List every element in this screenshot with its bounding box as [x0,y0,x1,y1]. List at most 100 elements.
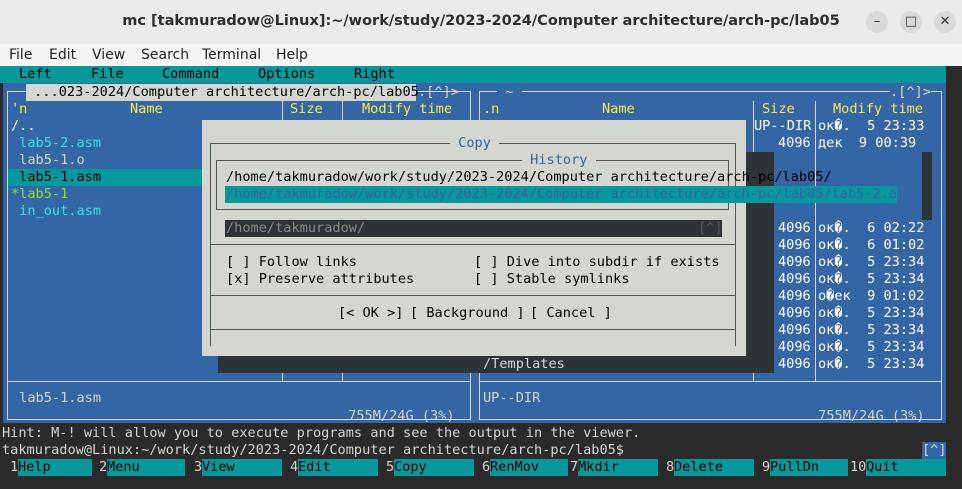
right-col-size[interactable]: Size [762,101,795,118]
fkey-number: 7 [570,459,579,475]
right-status-line: UP--DIR [483,390,541,406]
fkey-help[interactable]: Help [18,459,51,476]
left-col-name[interactable]: Name [130,101,163,118]
menu-terminal[interactable]: Terminal [202,47,261,63]
minimize-icon[interactable]: – [866,11,888,33]
window-titlebar: mc [takmuradow@Linux]:~/work/study/2023-… [0,0,962,45]
fkey-number: 1 [10,459,19,475]
left-file-row-selected[interactable]: lab5-1.asm [11,169,101,186]
right-row-date: ок�. 5 23:34 [818,271,925,287]
right-row-date: ок�. 5 23:34 [818,254,925,270]
fkey-number: 10 [850,459,867,475]
fkey-delete[interactable]: Delete [674,459,723,476]
fkey-pulldn[interactable]: PullDn [770,459,819,476]
ok-button[interactable]: [< OK >] [338,305,403,322]
window-title: mc [takmuradow@Linux]:~/work/study/2023-… [122,13,840,29]
right-col-n[interactable]: .n [483,101,499,118]
fkey-quit[interactable]: Quit [866,459,899,476]
right-col-name[interactable]: Name [602,101,635,118]
fkey-mkdir[interactable]: Mkdir [578,459,619,476]
mc-menu-command[interactable]: Command [162,66,219,83]
target-history-button[interactable]: [^] [698,220,723,237]
terminal-area: Left File Command Options Right ...023-2… [0,66,962,489]
right-row-size: 4096 [778,271,811,287]
right-panel-path-ctrl[interactable]: .[^]> [890,84,931,101]
history-item-selected[interactable]: /home/takmuradow/work/study/2023-2024/Co… [226,186,913,203]
right-row-size: 4096 [778,322,811,338]
right-disk-usage: 755M/24G (3%) [810,408,933,424]
fkey-renmov[interactable]: RenMov [490,459,539,476]
menu-search[interactable]: Search [141,47,189,63]
copy-dialog-title: Copy [450,135,500,152]
fkey-number: 3 [194,459,203,475]
mc-menu-left[interactable]: Left [19,66,52,83]
fkey-view[interactable]: View [202,459,235,476]
right-row-size: 4096 [778,237,811,253]
right-row-date: ок�. 5 23:34 [818,305,925,321]
right-row-size: 4096 [778,254,811,270]
menu-help[interactable]: Help [276,47,308,63]
cancel-button[interactable]: [ Cancel ] [530,305,612,322]
mc-menu-options[interactable]: Options [258,66,315,83]
fkey-number: 9 [762,459,771,475]
left-col-n[interactable]: 'n [11,101,27,118]
target-path-input[interactable]: /home/takmuradow/ [226,220,365,237]
left-panel-path-ctrl[interactable]: .[^]> [418,84,459,101]
menu-file[interactable]: File [9,47,32,63]
right-row-size: 4096 [778,288,811,304]
right-row-date: ок�. 6 01:02 [818,237,925,253]
background-button[interactable]: [ Background ] [410,305,525,322]
mc-menu-right[interactable]: Right [354,66,395,83]
fkey-number: 5 [386,459,395,475]
menu-view[interactable]: View [92,47,125,63]
follow-links-checkbox[interactable]: [ ] Follow links [226,254,357,271]
left-status-line: lab5-1.asm [11,390,102,406]
right-row-size: 4096 [778,135,811,151]
fkey-menu[interactable]: Menu [107,459,140,476]
terminal-menubar: File Edit View Search Terminal Help [0,44,962,66]
right-row-date: о�ек 9 01:02 [818,288,925,304]
right-row-size: 4096 [778,356,811,372]
left-file-row[interactable]: /.. [11,118,36,135]
hint-line: Hint: M-! will allow you to execute prog… [2,425,641,441]
left-col-size[interactable]: Size [290,101,323,118]
right-panel-path[interactable]: ~ [497,84,522,101]
dive-subdir-checkbox[interactable]: [ ] Dive into subdir if exists [474,254,720,271]
fkey-edit[interactable]: Edit [298,459,331,476]
left-panel-path[interactable]: ...023-2024/Computer architecture/arch-p… [26,84,427,101]
right-row-size: 4096 [778,339,811,355]
left-col-mtime[interactable]: Modify time [362,101,452,118]
left-file-row[interactable]: in_out.asm [11,203,101,220]
fkey-number: 8 [666,459,675,475]
mc-menubar [0,66,946,83]
fkey-number: 2 [99,459,108,475]
left-file-row[interactable]: lab5-1.o [11,152,85,169]
right-row-size: UP--DIR [754,118,812,134]
right-col-mtime[interactable]: Modify time [833,101,923,118]
right-row-date: ок�. 5 23:34 [818,322,925,338]
right-templates-row[interactable]: /Templates [483,356,565,373]
prompt-history-button[interactable]: [^] [922,442,947,459]
stable-symlinks-checkbox[interactable]: [ ] Stable symlinks [474,271,630,288]
right-row-date: ок�. 5 23:34 [818,339,925,355]
right-row-size: 4096 [778,305,811,321]
right-row-date: ок�. 5 23:34 [818,356,925,372]
menu-edit[interactable]: Edit [49,47,76,63]
right-row-date: ок�. 6 02:22 [818,220,925,236]
shell-prompt[interactable]: takmuradow@Linux:~/work/study/2023-2024/… [2,442,624,459]
fkey-copy[interactable]: Copy [394,459,427,476]
preserve-attributes-checkbox[interactable]: [x] Preserve attributes [226,271,414,288]
fkey-number: 4 [290,459,299,475]
mc-menu-file[interactable]: File [91,66,124,83]
right-row-size: 4096 [778,220,811,236]
left-disk-usage: 755M/24G (3%) [340,408,463,424]
left-file-row[interactable]: lab5-2.asm [11,135,101,152]
history-item[interactable]: /home/takmuradow/work/study/2023-2024/Co… [226,169,832,186]
close-icon[interactable]: ✕ [934,11,956,33]
right-row-date: ок�. 5 23:33 [818,118,925,134]
maximize-icon[interactable]: □ [900,11,922,33]
right-row-date: дек 9 00:39 [818,135,917,151]
left-file-row[interactable]: *lab5-1 [11,186,68,203]
history-title: History [522,152,596,169]
fkey-number: 6 [482,459,491,475]
